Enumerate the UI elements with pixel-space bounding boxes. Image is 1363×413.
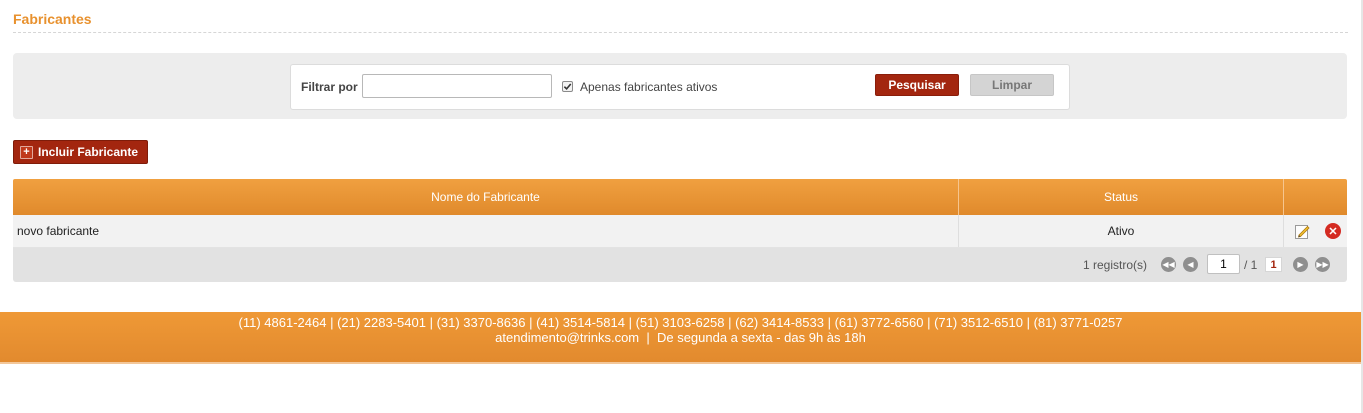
- first-page-icon[interactable]: ◀◀: [1161, 257, 1176, 272]
- record-count: 1 registro(s): [1083, 258, 1148, 272]
- filter-label: Filtrar por: [301, 80, 358, 94]
- filter-box: Filtrar por Apenas fabricantes ativos Pe…: [290, 64, 1070, 110]
- edit-icon[interactable]: [1294, 223, 1311, 240]
- filter-input[interactable]: [362, 74, 552, 98]
- last-page-icon[interactable]: ▶▶: [1315, 257, 1330, 272]
- check-icon: [563, 83, 572, 91]
- page-total: / 1: [1244, 258, 1258, 272]
- cell-manufacturer-name: novo fabricante: [13, 215, 959, 247]
- next-page-icon[interactable]: ▶: [1293, 257, 1308, 272]
- table-row: novo fabricante Ativo ✕: [13, 215, 1347, 248]
- column-header-name[interactable]: Nome do Fabricante: [13, 179, 959, 215]
- table-pager: 1 registro(s) ◀◀ ◀ / 1 1 ▶ ▶▶: [13, 248, 1347, 282]
- cell-status: Ativo: [959, 215, 1284, 247]
- only-active-checkbox[interactable]: [562, 81, 573, 92]
- only-active-label[interactable]: Apenas fabricantes ativos: [580, 80, 717, 94]
- page-title: Fabricantes: [13, 11, 92, 27]
- manufacturers-table: Nome do Fabricante Status novo fabricant…: [13, 179, 1347, 282]
- footer-contact: atendimento@trinks.com | De segunda a se…: [495, 330, 866, 345]
- footer: (11) 4861-2464 | (21) 2283-5401 | (31) 3…: [0, 312, 1361, 364]
- plus-icon: +: [20, 145, 33, 159]
- prev-page-icon[interactable]: ◀: [1183, 257, 1198, 272]
- row-actions: ✕: [1284, 215, 1347, 247]
- table-header: Nome do Fabricante Status: [13, 179, 1347, 215]
- column-header-status[interactable]: Status: [959, 179, 1284, 215]
- column-header-actions: [1284, 179, 1347, 215]
- search-button[interactable]: Pesquisar: [875, 74, 959, 96]
- add-manufacturer-label: Incluir Fabricante: [38, 145, 139, 159]
- page-number-input[interactable]: [1207, 254, 1240, 274]
- add-manufacturer-button[interactable]: + Incluir Fabricante: [13, 140, 148, 164]
- delete-icon[interactable]: ✕: [1325, 223, 1341, 239]
- clear-button[interactable]: Limpar: [970, 74, 1054, 96]
- filter-panel: Filtrar por Apenas fabricantes ativos Pe…: [13, 53, 1347, 119]
- title-divider: [13, 32, 1348, 33]
- footer-phones: (11) 4861-2464 | (21) 2283-5401 | (31) 3…: [238, 315, 1123, 330]
- page-link-1[interactable]: 1: [1265, 257, 1282, 272]
